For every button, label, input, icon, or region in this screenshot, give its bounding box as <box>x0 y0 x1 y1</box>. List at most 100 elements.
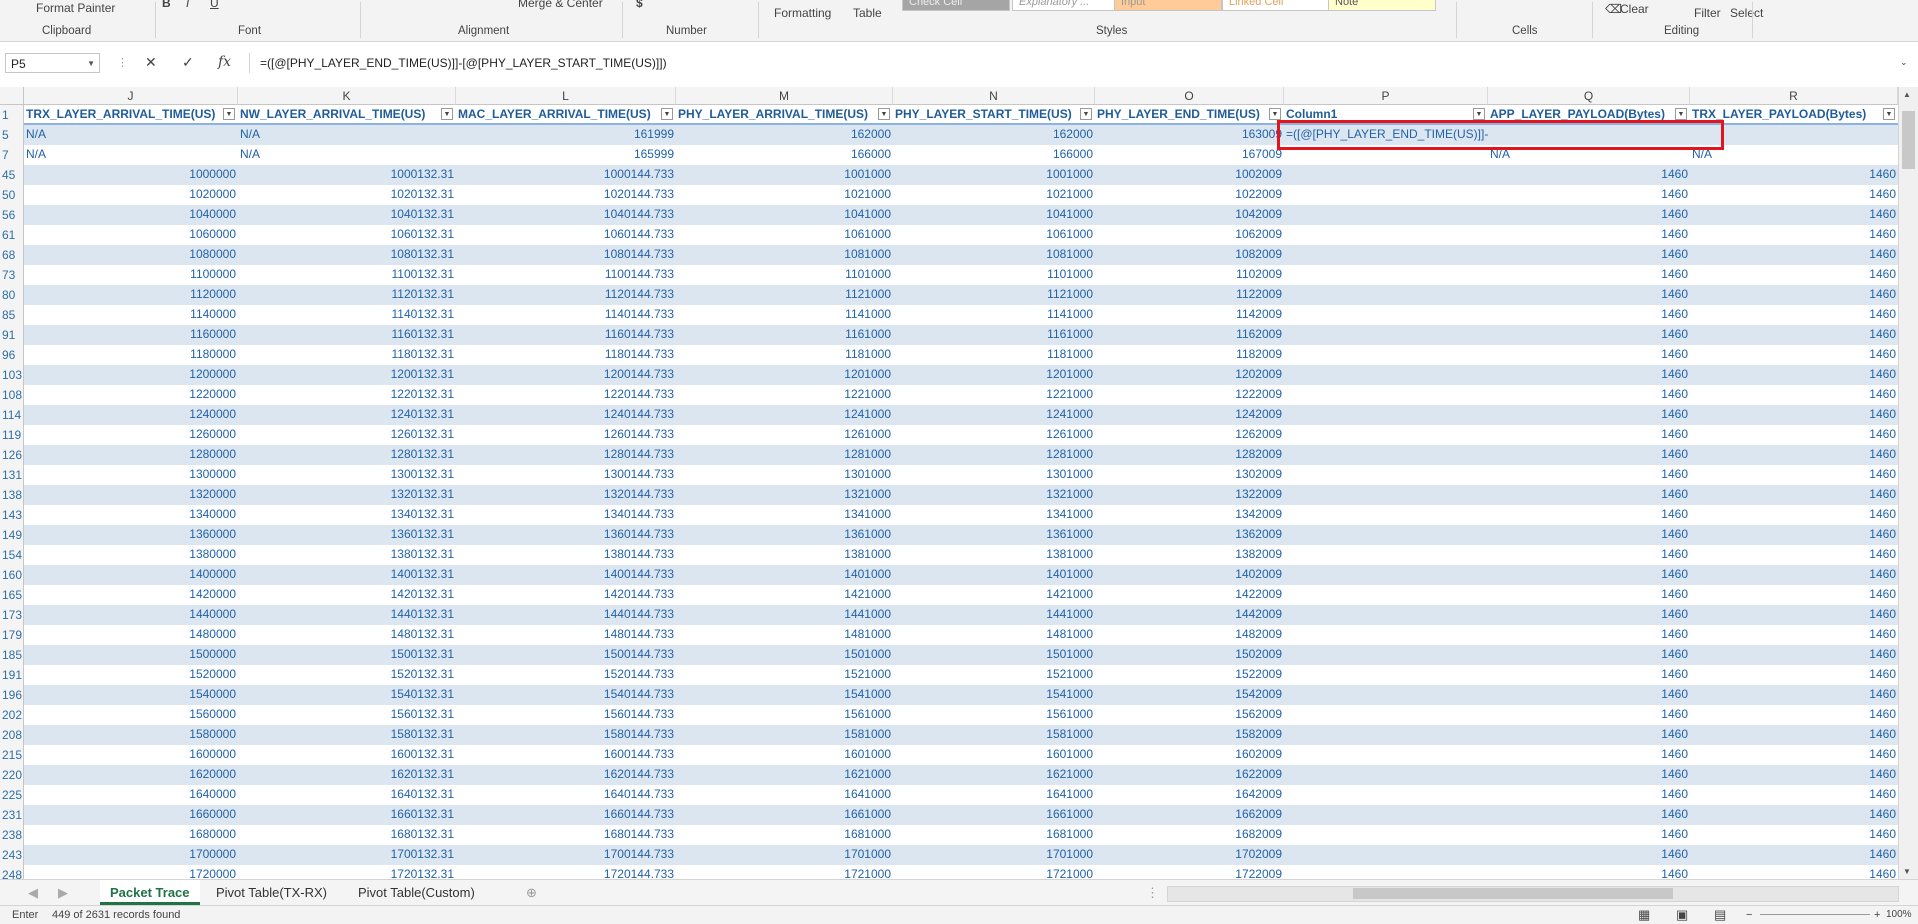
table-cell[interactable]: 1520000 <box>24 665 238 685</box>
table-cell[interactable]: 1460 <box>1690 465 1898 485</box>
row-number[interactable]: 220 <box>0 765 24 785</box>
table-cell[interactable]: 1100132.31 <box>238 265 456 285</box>
row-number[interactable]: 1 <box>0 105 24 125</box>
table-cell[interactable]: 1242009 <box>1095 405 1284 425</box>
table-cell[interactable]: 1181000 <box>893 345 1095 365</box>
table-cell[interactable]: 1620000 <box>24 765 238 785</box>
table-cell[interactable]: 1460 <box>1690 185 1898 205</box>
find-select-button[interactable]: Select <box>1730 6 1763 20</box>
row-number[interactable]: 7 <box>0 145 24 165</box>
table-cell[interactable]: 1720132.31 <box>238 865 456 879</box>
table-cell[interactable]: 1662009 <box>1095 805 1284 825</box>
table-cell[interactable]: 1442009 <box>1095 605 1284 625</box>
table-cell[interactable]: 1482009 <box>1095 625 1284 645</box>
table-cell[interactable]: 1401000 <box>676 565 893 585</box>
table-cell[interactable]: 1460 <box>1690 285 1898 305</box>
table-cell[interactable]: 1340132.31 <box>238 505 456 525</box>
cancel-icon[interactable]: ✕ <box>145 54 157 71</box>
scroll-up-icon[interactable]: ▲ <box>1903 90 1911 99</box>
table-cell[interactable]: 1460 <box>1690 645 1898 665</box>
table-cell[interactable]: 1621000 <box>676 765 893 785</box>
filter-dropdown-icon[interactable]: ▼ <box>1675 108 1687 120</box>
table-cell[interactable]: 1082009 <box>1095 245 1284 265</box>
table-cell[interactable]: 1460 <box>1690 545 1898 565</box>
name-box[interactable]: P5 ▼ <box>5 53 100 73</box>
scroll-thumb[interactable] <box>1902 111 1915 169</box>
table-cell[interactable]: 1721000 <box>893 865 1095 879</box>
table-cell[interactable] <box>1284 865 1488 879</box>
table-cell[interactable]: 1460 <box>1690 765 1898 785</box>
table-cell[interactable]: 1640132.31 <box>238 785 456 805</box>
table-cell[interactable]: 1141000 <box>676 305 893 325</box>
table-cell[interactable]: 161999 <box>456 125 676 145</box>
row-number[interactable]: 154 <box>0 545 24 565</box>
table-cell[interactable]: 167009 <box>1095 145 1284 165</box>
table-cell[interactable]: 1581000 <box>676 725 893 745</box>
table-cell[interactable]: 1062009 <box>1095 225 1284 245</box>
table-cell[interactable] <box>1284 305 1488 325</box>
row-number[interactable]: 96 <box>0 345 24 365</box>
table-cell[interactable] <box>1284 405 1488 425</box>
insert-function-icon[interactable]: fx <box>218 54 231 70</box>
table-cell[interactable]: 1420144.733 <box>456 585 676 605</box>
table-cell[interactable]: 1460 <box>1488 245 1690 265</box>
table-cell[interactable]: 1460 <box>1488 485 1690 505</box>
table-cell[interactable]: 1460 <box>1488 445 1690 465</box>
table-cell[interactable]: 1460 <box>1488 665 1690 685</box>
table-cell[interactable]: 1460 <box>1488 645 1690 665</box>
table-cell[interactable]: 1120132.31 <box>238 285 456 305</box>
row-number[interactable]: 238 <box>0 825 24 845</box>
chevron-down-icon[interactable]: ▼ <box>87 54 95 74</box>
table-cell[interactable]: 1000000 <box>24 165 238 185</box>
table-cell[interactable]: 1101000 <box>676 265 893 285</box>
table-cell[interactable]: 1700000 <box>24 845 238 865</box>
table-cell[interactable]: 1460 <box>1690 785 1898 805</box>
table-cell[interactable]: 1202009 <box>1095 365 1284 385</box>
table-cell[interactable]: 1580132.31 <box>238 725 456 745</box>
table-cell[interactable]: 1602009 <box>1095 745 1284 765</box>
table-cell[interactable]: 1420132.31 <box>238 585 456 605</box>
table-cell[interactable]: 1460 <box>1690 405 1898 425</box>
table-cell[interactable]: 1460 <box>1488 425 1690 445</box>
table-cell[interactable]: 1120000 <box>24 285 238 305</box>
table-cell[interactable]: 1180132.31 <box>238 345 456 365</box>
table-cell[interactable]: 1501000 <box>893 645 1095 665</box>
table-cell[interactable]: 1460 <box>1488 165 1690 185</box>
column-header[interactable]: J <box>24 87 238 105</box>
table-cell[interactable]: 1641000 <box>893 785 1095 805</box>
table-cell[interactable]: 1060132.31 <box>238 225 456 245</box>
table-cell[interactable]: 1081000 <box>676 245 893 265</box>
style-linked-cell[interactable]: Linked Cell <box>1222 0 1330 11</box>
table-cell[interactable]: 1020132.31 <box>238 185 456 205</box>
table-cell[interactable] <box>1284 785 1488 805</box>
table-cell[interactable]: 1180144.733 <box>456 345 676 365</box>
table-cell[interactable]: 1460 <box>1488 325 1690 345</box>
table-cell[interactable] <box>1284 685 1488 705</box>
table-cell[interactable]: 1460 <box>1690 345 1898 365</box>
table-cell[interactable]: 1722009 <box>1095 865 1284 879</box>
table-cell[interactable] <box>1284 325 1488 345</box>
table-cell[interactable]: 1220000 <box>24 385 238 405</box>
table-cell[interactable]: 1040000 <box>24 205 238 225</box>
table-cell[interactable]: 1561000 <box>893 705 1095 725</box>
table-cell[interactable]: 1701000 <box>893 845 1095 865</box>
table-cell[interactable]: 1041000 <box>893 205 1095 225</box>
table-cell[interactable]: 1481000 <box>676 625 893 645</box>
table-cell[interactable]: 1460 <box>1488 705 1690 725</box>
table-cell[interactable]: 1080144.733 <box>456 245 676 265</box>
row-number[interactable]: 208 <box>0 725 24 745</box>
table-cell[interactable]: 1321000 <box>676 485 893 505</box>
table-cell[interactable]: 1460 <box>1488 745 1690 765</box>
table-cell[interactable]: 1382009 <box>1095 545 1284 565</box>
table-cell[interactable] <box>1284 225 1488 245</box>
table-cell[interactable]: 1460 <box>1690 525 1898 545</box>
table-cell[interactable] <box>1284 665 1488 685</box>
table-cell[interactable]: 1720144.733 <box>456 865 676 879</box>
table-cell[interactable] <box>1284 545 1488 565</box>
style-input[interactable]: Input <box>1114 0 1222 11</box>
filter-dropdown-icon[interactable]: ▼ <box>441 108 453 120</box>
table-cell[interactable]: 1460 <box>1690 445 1898 465</box>
table-cell[interactable]: 1360144.733 <box>456 525 676 545</box>
select-all-corner[interactable] <box>0 87 24 105</box>
table-cell[interactable]: 1460 <box>1690 485 1898 505</box>
